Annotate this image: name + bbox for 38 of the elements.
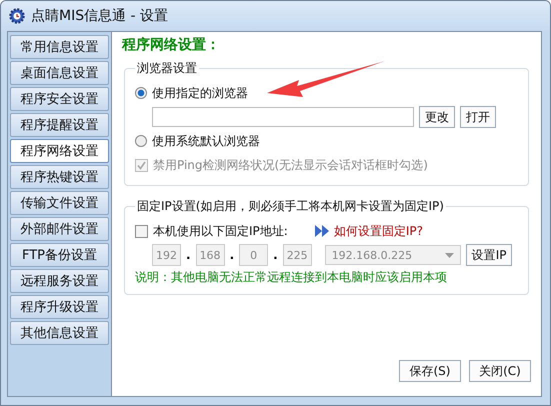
set-ip-button[interactable]: 设置IP — [466, 244, 512, 266]
sidebar-item[interactable]: 桌面信息设置 — [10, 61, 109, 85]
section-heading: 程序网络设置： — [122, 36, 221, 54]
ip-separator: . — [273, 248, 278, 262]
checkbox-label: 本机使用以下固定IP地址: — [153, 222, 288, 240]
browser-path-field[interactable] — [152, 107, 414, 127]
gear-icon — [9, 8, 25, 24]
help-link[interactable]: 如何设置固定IP? — [334, 222, 423, 240]
ip-separator: . — [186, 248, 191, 262]
double-arrow-icon — [314, 225, 329, 237]
sidebar-item[interactable]: 程序安全设置 — [10, 87, 109, 111]
sidebar-item[interactable]: 程序网络设置 — [10, 139, 109, 163]
sidebar-item[interactable]: 程序提醒设置 — [10, 113, 109, 137]
checkbox-label: 禁用Ping检测网络状况(无法显示会话对话框时勾选) — [153, 156, 428, 174]
note-text: 说明：其他电脑无法正常远程连接到本电脑时应该启用本项 — [135, 269, 448, 286]
radio-button[interactable] — [135, 87, 147, 99]
browser-button[interactable]: 打开 — [460, 106, 496, 128]
sidebar-item[interactable]: 传输文件设置 — [10, 191, 109, 215]
sidebar-item[interactable]: 远程服务设置 — [10, 269, 109, 293]
dropdown-value: 192.168.0.225 — [332, 248, 412, 262]
window-title: 点睛MIS信息通 - 设置 — [31, 7, 168, 25]
radio-label: 使用指定的浏览器 — [152, 84, 248, 102]
sidebar-item[interactable]: 程序升级设置 — [10, 295, 109, 319]
caret-icon — [444, 252, 454, 258]
sidebar-item[interactable]: 其他信息设置 — [10, 321, 109, 345]
radio-button[interactable] — [135, 135, 147, 147]
sidebar-item[interactable]: 外部邮件设置 — [10, 217, 109, 241]
radio-label: 使用系统默认浏览器 — [152, 132, 260, 150]
sidebar-item[interactable]: 程序热键设置 — [10, 165, 109, 189]
group-title: 浏览器设置 — [136, 60, 198, 77]
dialog-button[interactable]: 保存(S) — [399, 360, 461, 382]
group-title: 固定IP设置(如启用，则必须手工将本机网卡设置为固定IP) — [136, 198, 445, 215]
sidebar-item[interactable]: 常用信息设置 — [10, 35, 109, 59]
ip-separator: . — [230, 248, 234, 262]
browser-button[interactable]: 更改 — [419, 106, 455, 128]
checkbox[interactable] — [135, 224, 148, 238]
dialog-button[interactable]: 关闭(C) — [469, 360, 531, 382]
sidebar-item[interactable]: FTP备份设置 — [10, 243, 109, 267]
